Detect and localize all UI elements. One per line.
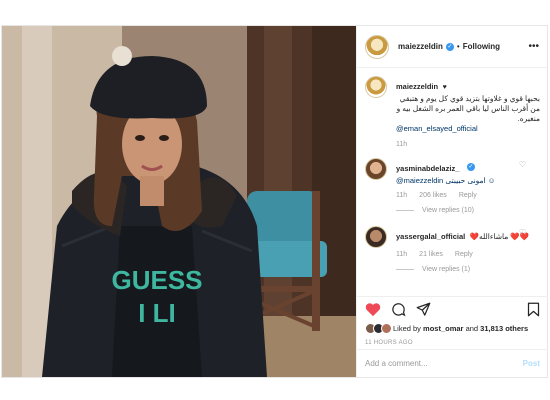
comment-time[interactable]: 11h — [396, 251, 407, 258]
caption-username[interactable]: maiezzeldin — [396, 82, 438, 91]
action-icons — [365, 297, 540, 321]
author-username[interactable]: maiezzeldin — [398, 42, 443, 51]
caption-avatar[interactable] — [365, 76, 387, 98]
verified-badge-icon: ✓ — [466, 162, 475, 171]
instagram-post: GUESS I LI maiezzeldin ✓ • Following ••• — [1, 25, 548, 378]
post-comment-button[interactable]: Post — [523, 359, 540, 368]
reply-button[interactable]: Reply — [455, 251, 473, 258]
commenter-avatar[interactable] — [365, 226, 387, 248]
reply-button[interactable]: Reply — [459, 192, 477, 199]
view-replies-label: View replies (10) — [422, 207, 475, 214]
caption-mention-link[interactable]: @eman_elsayed_official — [396, 124, 540, 133]
liked-by-others-link[interactable]: 31,813 others — [480, 324, 528, 333]
comment-like-icon[interactable]: ♡ — [519, 160, 526, 169]
author-avatar[interactable] — [365, 34, 389, 59]
post-header: maiezzeldin ✓ • Following ••• — [357, 26, 547, 68]
view-replies-label: View replies (1) — [422, 266, 471, 273]
view-replies-button[interactable]: View replies (10) — [396, 207, 540, 214]
post-photo[interactable]: GUESS I LI — [2, 26, 356, 377]
like-heart-icon[interactable] — [365, 302, 381, 317]
caption-row: maiezzeldin ♥ بحبها قوي و غلاوتها بتزيد … — [365, 76, 540, 148]
save-bookmark-icon[interactable] — [527, 302, 540, 317]
post-timestamp[interactable]: 11 HOURS AGO — [365, 340, 540, 346]
comment-likes[interactable]: 21 likes — [419, 251, 443, 258]
photo-illustration: GUESS I LI — [2, 26, 356, 377]
liker-avatar — [381, 323, 392, 334]
liked-by-and: and — [465, 324, 479, 333]
commenter-username[interactable]: yasminabdelaziz_ — [396, 164, 459, 173]
comment-like-icon[interactable]: ♡ — [519, 228, 526, 237]
liked-by-prefix: Liked by — [393, 324, 421, 333]
commenter-username[interactable]: yassergalal_official — [396, 232, 465, 241]
replies-divider — [396, 269, 414, 270]
following-button[interactable]: Following — [463, 42, 500, 51]
caption-text: بحبها قوي و غلاوتها بتزيد قوي كل يوم و ه… — [396, 94, 540, 123]
add-comment-input[interactable]: Add a comment... — [365, 359, 428, 368]
comments-section: maiezzeldin ♥ بحبها قوي و غلاوتها بتزيد … — [357, 68, 548, 296]
add-comment-bar: Add a comment... Post — [357, 349, 548, 377]
post-side-panel: maiezzeldin ✓ • Following ••• maiezzeldi… — [356, 26, 548, 377]
commenter-avatar[interactable] — [365, 158, 387, 180]
comment-text: @maiezzeldin امونى حبيبتى ☺ — [396, 176, 496, 185]
comment-row: yassergalal_official ❤️ماشاءالله ❤️❤️ 11… — [365, 226, 540, 258]
shirt-text-2: I LI — [138, 298, 176, 328]
comment-time[interactable]: 11h — [396, 192, 407, 199]
caption-time[interactable]: 11h — [396, 141, 540, 148]
view-replies-button[interactable]: View replies (1) — [396, 266, 540, 273]
comment-icon[interactable] — [391, 302, 406, 317]
comment-likes[interactable]: 206 likes — [419, 192, 447, 199]
liked-by-user-link[interactable]: most_omar — [423, 324, 463, 333]
verified-badge-icon: ✓ — [445, 42, 454, 51]
shirt-text-1: GUESS — [111, 265, 202, 295]
share-icon[interactable] — [416, 302, 431, 317]
header-separator: • — [456, 42, 460, 51]
liker-avatars[interactable] — [365, 323, 392, 334]
likes-summary: Liked by most_omar and 31,813 others — [365, 323, 540, 334]
comment-row: yasminabdelaziz_ ✓ @maiezzeldin امونى حب… — [365, 158, 540, 199]
heart-emoji-icon: ♥ — [442, 84, 447, 91]
replies-divider — [396, 210, 414, 211]
more-options-icon[interactable]: ••• — [528, 41, 539, 52]
